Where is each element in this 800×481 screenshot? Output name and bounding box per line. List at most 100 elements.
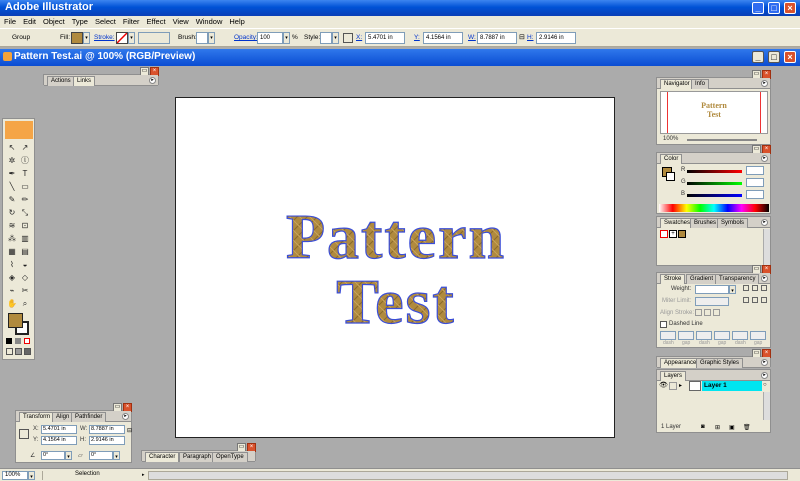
tab-graphic-styles[interactable]: Graphic Styles (696, 358, 744, 368)
target-icon[interactable]: ○ (763, 382, 770, 390)
screen-mode-menu-icon[interactable] (15, 348, 22, 355)
menu-file[interactable]: File (0, 16, 19, 26)
tab-links[interactable]: Links (73, 76, 96, 86)
opacity-input[interactable]: 100 (257, 32, 283, 44)
artwork-text-line1[interactable]: Pattern (285, 200, 506, 272)
layers-scrollbar[interactable] (763, 392, 770, 420)
line-tool-icon[interactable]: ╲ (7, 182, 17, 192)
navigator-zoom-value[interactable]: 100% (663, 136, 678, 142)
menu-filter[interactable]: Filter (119, 16, 143, 26)
zoom-tool-icon[interactable]: ⌕ (20, 299, 30, 309)
appearance-menu-icon[interactable]: ▸ (761, 359, 768, 366)
h-input[interactable]: 2.9146 in (536, 32, 576, 44)
stroke-swatch[interactable] (116, 32, 128, 44)
b-input[interactable] (746, 190, 764, 199)
transform-reference-point-icon[interactable] (19, 429, 29, 439)
eyedropper-tool-icon[interactable]: ⌇ (7, 260, 17, 270)
panel-menu-icon[interactable]: ▸ (149, 77, 156, 84)
miter-input[interactable] (695, 297, 729, 306)
tab-transparency[interactable]: Transparency (715, 274, 760, 284)
gradient-mode-icon[interactable] (15, 338, 21, 344)
none-mode-icon[interactable] (24, 338, 30, 344)
navigator-zoom-slider[interactable] (687, 139, 757, 141)
menu-object[interactable]: Object (39, 16, 68, 26)
menu-window[interactable]: Window (192, 16, 226, 26)
g-slider[interactable] (687, 182, 742, 185)
tab-swatches[interactable]: Swatches (660, 218, 695, 228)
x-input[interactable]: 5.4701 in (365, 32, 405, 44)
visibility-eye-icon[interactable]: 👁 (659, 382, 668, 390)
scissors-tool-icon[interactable]: ✂ (20, 286, 30, 296)
brush-field[interactable] (196, 32, 208, 44)
swatches-scrollbar[interactable] (763, 229, 770, 265)
constrain-proportions-icon[interactable]: ⊟ (127, 427, 132, 434)
artwork-canvas[interactable]: Pattern Test (176, 98, 616, 439)
status-menu-icon[interactable]: ▸ (142, 472, 145, 478)
y-input[interactable]: 4.1564 in (423, 32, 463, 44)
stroke-dropdown[interactable]: ▾ (128, 32, 135, 44)
dash-input-3[interactable] (732, 331, 748, 340)
b-slider[interactable] (687, 194, 742, 197)
align-outside-icon[interactable] (713, 309, 720, 316)
tab-gradient[interactable]: Gradient (686, 274, 718, 284)
stroke-menu-icon[interactable]: ▸ (761, 275, 768, 282)
doc-close-button[interactable]: × (784, 51, 796, 63)
cap-butt-icon[interactable] (743, 285, 749, 291)
live-paint-tool-icon[interactable]: ◈ (7, 273, 17, 283)
direct-selection-tool-icon[interactable]: ↗ (20, 143, 30, 153)
slice-tool-icon[interactable]: ⌁ (7, 286, 17, 296)
fill-color-box[interactable] (8, 313, 23, 328)
lasso-tool-icon[interactable]: ⓛ (20, 156, 30, 166)
tab-character[interactable]: Character (145, 452, 180, 462)
w-input[interactable]: 8.7887 in (477, 32, 517, 44)
t-y-input[interactable]: 4.1564 in (41, 436, 77, 445)
menu-edit[interactable]: Edit (19, 16, 39, 26)
layers-menu-icon[interactable]: ▸ (761, 372, 768, 379)
tab-appearance[interactable]: Appearance (660, 358, 701, 368)
menu-help[interactable]: Help (225, 16, 247, 26)
gap-input-2[interactable] (714, 331, 730, 340)
zoom-level-field[interactable]: 100% (2, 471, 28, 480)
scale-tool-icon[interactable]: ⤡ (20, 208, 30, 218)
t-x-input[interactable]: 5.4701 in (41, 425, 77, 434)
style-dropdown[interactable]: ▾ (332, 32, 339, 44)
blend-tool-icon[interactable]: ◒ (20, 260, 30, 270)
menu-type[interactable]: Type (68, 16, 91, 26)
delete-layer-icon[interactable]: 🗑 (743, 424, 751, 431)
cap-square-icon[interactable] (761, 285, 767, 291)
cap-round-icon[interactable] (752, 285, 758, 291)
dash-input-2[interactable] (696, 331, 712, 340)
align-inside-icon[interactable] (704, 309, 711, 316)
maximize-button[interactable]: □ (768, 2, 780, 14)
tab-brushes[interactable]: Brushes (690, 218, 721, 228)
color-menu-icon[interactable]: ▸ (761, 155, 768, 162)
tab-color[interactable]: Color (660, 154, 683, 164)
minimize-button[interactable]: _ (752, 2, 764, 14)
stroke-link[interactable]: Stroke: (94, 34, 115, 41)
menu-select[interactable]: Select (91, 16, 119, 26)
menu-effect[interactable]: Effect (143, 16, 169, 26)
mesh-tool-icon[interactable]: ▦ (7, 247, 17, 257)
dashed-line-checkbox[interactable] (660, 321, 667, 328)
link-proportions-icon[interactable]: ⊟ (519, 33, 525, 41)
pen-tool-icon[interactable]: ✒ (7, 169, 17, 179)
horizontal-scrollbar[interactable] (148, 471, 788, 480)
style-field[interactable] (320, 32, 332, 44)
g-input[interactable] (746, 178, 764, 187)
swatch-pattern[interactable] (678, 230, 686, 238)
doc-minimize-button[interactable]: _ (752, 51, 764, 63)
type-tool-icon[interactable]: T (20, 169, 30, 179)
t-h-input[interactable]: 2.9146 in (89, 436, 125, 445)
fill-swatch[interactable] (71, 32, 83, 44)
r-slider[interactable] (687, 170, 742, 173)
symbol-sprayer-tool-icon[interactable]: ⁂ (7, 234, 17, 244)
lock-toggle[interactable] (669, 382, 677, 390)
new-sublayer-icon[interactable]: ⊞ (715, 424, 720, 431)
navigator-menu-icon[interactable]: ▸ (761, 80, 768, 87)
shear-input[interactable]: 0° (89, 451, 113, 460)
tab-opentype[interactable]: OpenType (212, 452, 248, 462)
dash-input-1[interactable] (660, 331, 676, 340)
tab-layers[interactable]: Layers (660, 371, 687, 381)
rotate-input[interactable]: 0° (41, 451, 65, 460)
brush-dropdown[interactable]: ▾ (208, 32, 215, 44)
